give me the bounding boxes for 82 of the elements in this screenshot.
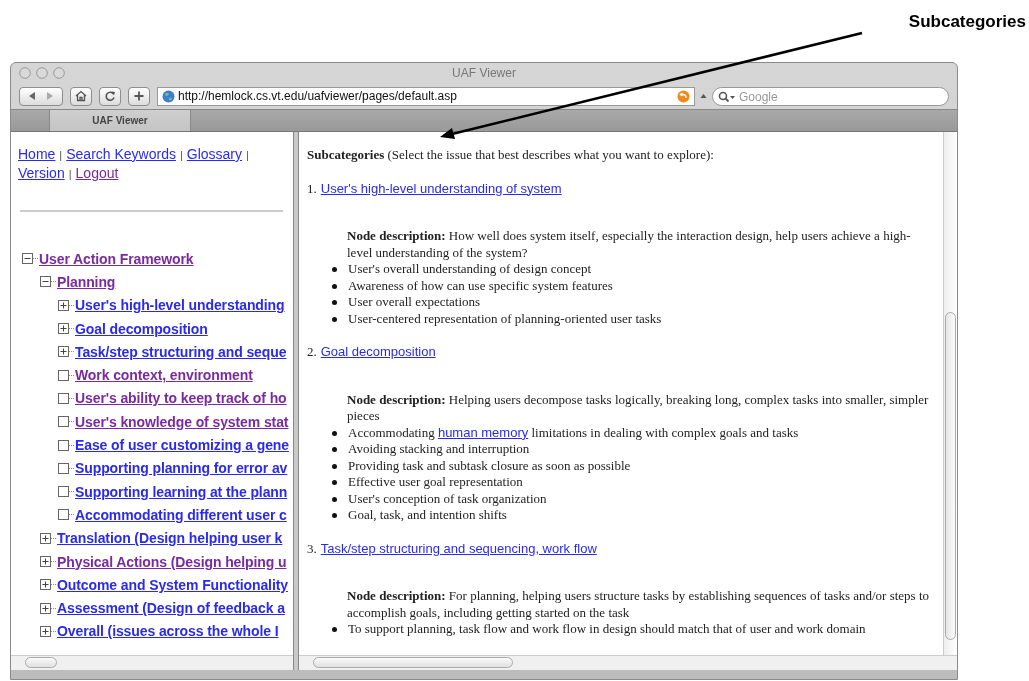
tree-link[interactable]: Supporting planning for error av	[75, 460, 288, 477]
bullet-text: User's conception of task organization	[348, 490, 548, 507]
home-button[interactable]	[70, 86, 92, 106]
leaf-node-icon	[58, 439, 75, 451]
expand-icon[interactable]	[40, 625, 57, 637]
bullet-text: Accommodating human memory limitations in dealing with complex goals and tasks	[348, 424, 800, 441]
browser-tab[interactable]: UAF Viewer	[49, 110, 191, 131]
home-icon	[75, 90, 87, 102]
tree-link[interactable]: Assessment (Design of feedback a	[57, 600, 285, 617]
nav-separator: |	[179, 149, 183, 161]
caret-icon[interactable]	[700, 93, 707, 99]
bullet-text: Avoiding stacking and interruption	[348, 441, 531, 458]
bullet-text: User overall expectations	[348, 294, 482, 311]
leaf-node-icon	[58, 486, 75, 498]
bullet-text: Effective user goal representation	[348, 474, 524, 491]
back-forward-button[interactable]	[19, 86, 63, 106]
expand-icon[interactable]	[58, 346, 75, 358]
bullet-text: User's overall understanding of design concept	[348, 261, 593, 278]
bullet-text: Awareness of how can use specific system features	[348, 277, 614, 294]
nav-link[interactable]: Glossary	[186, 146, 243, 162]
collapse-icon[interactable]	[22, 253, 39, 265]
globe-icon	[162, 89, 175, 103]
leaf-node-icon	[58, 392, 75, 404]
nav-link[interactable]: Search Keywords	[66, 146, 176, 162]
expand-icon[interactable]	[40, 556, 57, 567]
nav-separator: |	[246, 149, 249, 161]
horizontal-scrollbar[interactable]	[299, 655, 957, 670]
vertical-scrollbar[interactable]	[943, 132, 957, 655]
horizontal-scrollbar[interactable]	[11, 655, 293, 670]
tree-link[interactable]: Ease of user customizing a gene	[75, 437, 289, 453]
tree-link[interactable]: Work context, environment	[75, 367, 253, 384]
expand-icon[interactable]	[40, 602, 57, 614]
subcategory-link[interactable]: User's high-level understanding of system	[320, 180, 562, 197]
tree-link[interactable]: Translation (Design helping user k	[57, 530, 283, 547]
intro-text: Subcategories (Select the issue that best describes what you want to explore):	[307, 147, 715, 164]
reload-icon	[104, 90, 116, 102]
tree-link[interactable]: User Action Framework	[39, 250, 194, 267]
node-description: Node description: For planning, helping users structure tasks by establishing sequences of tasks and/or steps to accomplish goals, including getting started on the task	[346, 588, 931, 621]
item-number: 1.	[307, 180, 317, 197]
bullet-text: Providing task and subtask closure as soon as possible	[348, 457, 632, 474]
window-title: UAF Viewer	[452, 66, 516, 80]
leaf-node-icon	[58, 509, 75, 521]
subcategory-link[interactable]: Task/step structuring and sequencing, work flow	[320, 540, 597, 557]
tree-link[interactable]: Overall (issues across the whole I	[57, 623, 279, 640]
address-field[interactable]: http://hemlock.cs.vt.edu/uafviewer/pages/default.asp	[157, 86, 695, 106]
tree-link[interactable]: User's high-level understanding	[75, 297, 285, 314]
tree-link[interactable]: Task/step structuring and seque	[75, 343, 287, 360]
leaf-node-icon	[58, 462, 75, 474]
tree-link[interactable]: Planning	[57, 273, 116, 290]
leaf-node-icon	[58, 369, 75, 381]
nav-separator: |	[59, 149, 63, 161]
bullet-text: User-centered representation of planning-oriented user tasks	[348, 310, 663, 327]
nav-link[interactable]: Version	[18, 165, 65, 181]
bullet-text: Goal, task, and intention shifts	[348, 507, 508, 524]
plus-icon	[133, 90, 145, 102]
tree-link[interactable]: Accommodating different user c	[75, 506, 287, 523]
leaf-node-icon	[58, 416, 75, 428]
tree-link[interactable]: Goal decomposition	[75, 320, 208, 337]
expand-icon[interactable]	[58, 323, 75, 335]
subcategory-link[interactable]: Goal decomposition	[320, 344, 436, 361]
tree-link[interactable]: Outcome and System Functionality	[57, 576, 288, 593]
bullet-text: To support planning, task flow and work flow in design should match that of user and work domain	[348, 621, 867, 638]
expand-icon[interactable]	[40, 532, 57, 544]
search-field[interactable]: Google	[712, 87, 949, 106]
annotation-label: Subcategories	[908, 12, 1026, 32]
expand-icon[interactable]	[58, 299, 75, 311]
nav-link[interactable]: Home	[18, 146, 56, 162]
item-number: 2.	[307, 344, 317, 361]
nav-separator: |	[68, 168, 72, 180]
collapse-icon[interactable]	[40, 276, 57, 288]
tree-link[interactable]: User's ability to keep track of ho	[75, 390, 287, 407]
node-description: Node description: How well does system itself, especially the interaction design, help users achieve a high-level understanding of the system?	[346, 228, 912, 261]
reload-button[interactable]	[99, 86, 121, 106]
term-link[interactable]: human memory	[437, 424, 529, 440]
search-icon	[718, 90, 736, 103]
add-bookmark-button[interactable]	[128, 86, 150, 106]
nav-link[interactable]: Logout	[75, 165, 119, 181]
expand-icon[interactable]	[40, 579, 57, 591]
tree-link[interactable]: User's knowledge of system stat	[75, 413, 289, 430]
item-number: 3.	[307, 540, 317, 557]
tree-link[interactable]: Physical Actions (Design helping u	[57, 553, 287, 570]
tree-link[interactable]: Supporting learning at the plann	[75, 483, 288, 500]
